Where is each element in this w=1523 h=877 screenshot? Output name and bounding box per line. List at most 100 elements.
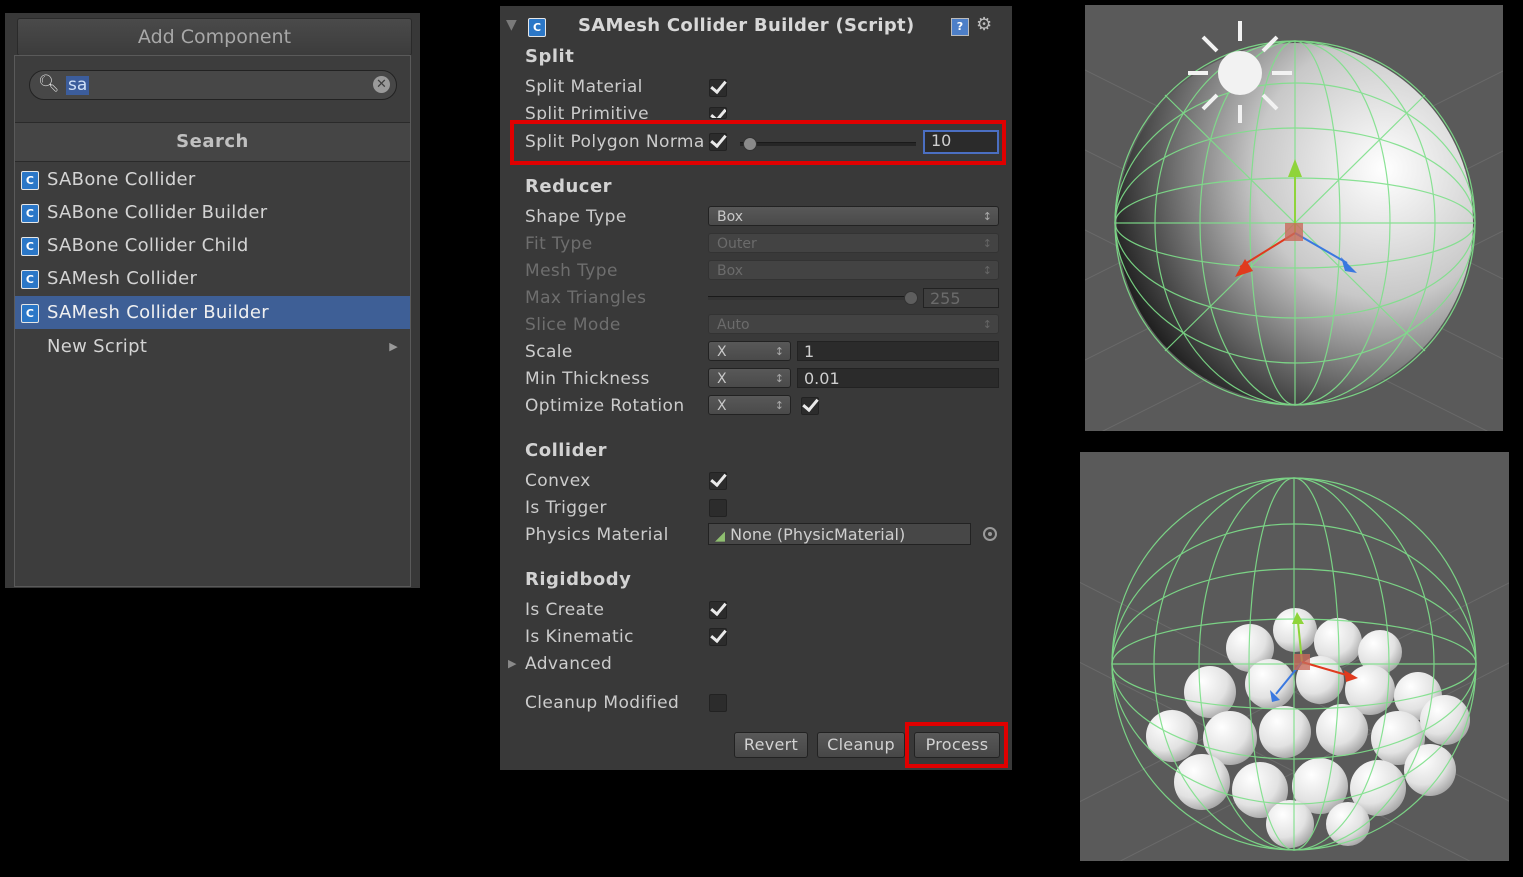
convex-checkbox[interactable]: [709, 472, 727, 490]
split-polygon-normal-checkbox[interactable]: [709, 133, 727, 151]
slice-mode-label: Slice Mode: [525, 315, 621, 335]
slice-mode-dropdown: Auto ↕: [708, 314, 999, 334]
split-polygon-normal-slider[interactable]: [740, 142, 916, 146]
list-item-label: SABone Collider Child: [47, 235, 249, 256]
split-polygon-normal-label: Split Polygon Norma: [525, 132, 705, 152]
foldout-arrow-icon[interactable]: ▼: [506, 17, 517, 33]
list-item-label: SABone Collider: [47, 169, 196, 190]
advanced-foldout-icon[interactable]: ▶: [508, 657, 516, 670]
highlight-box: [905, 722, 1008, 768]
scale-axis-value: X: [717, 344, 727, 360]
new-script-item[interactable]: New Script ▶: [15, 330, 410, 363]
split-material-label: Split Material: [525, 77, 643, 97]
dropdown-caret-icon: ↕: [982, 264, 992, 277]
advanced-foldout-label[interactable]: Advanced: [525, 654, 612, 674]
scene-viewport-sphere[interactable]: [1085, 5, 1503, 431]
min-thickness-axis-dropdown[interactable]: X ↕: [708, 368, 791, 388]
search-icon: 🔍︎: [38, 74, 60, 94]
is-kinematic-checkbox[interactable]: [709, 628, 727, 646]
shape-type-label: Shape Type: [525, 207, 627, 227]
dropdown-caret-icon: ↕: [774, 372, 784, 385]
optimize-rotation-axis-dropdown[interactable]: X ↕: [708, 395, 791, 415]
split-primitive-checkbox[interactable]: [709, 107, 727, 119]
inspector-panel: ▼ C SAMesh Collider Builder (Script) ? ⚙…: [500, 6, 1012, 770]
dropdown-caret-icon: ↕: [982, 318, 992, 331]
list-item[interactable]: C SABone Collider Child: [15, 229, 410, 262]
csharp-script-icon: C: [528, 18, 546, 37]
sphere-wireframe-scene: [1085, 21, 1503, 431]
is-create-label: Is Create: [525, 600, 605, 620]
small-spheres: [1146, 608, 1470, 848]
component-header[interactable]: ▼ C SAMesh Collider Builder (Script) ? ⚙…: [500, 14, 1012, 42]
component-search-input[interactable]: 🔍︎ sa ✕: [29, 70, 397, 100]
dropdown-caret-icon: ↕: [982, 210, 992, 223]
cleanup-button[interactable]: Cleanup: [817, 732, 905, 758]
scale-label: Scale: [525, 342, 573, 362]
physics-material-label: Physics Material: [525, 525, 669, 545]
slider-knob: [904, 291, 918, 305]
cleanup-modified-label: Cleanup Modified: [525, 693, 680, 713]
slice-mode-value: Auto: [717, 317, 750, 333]
add-component-list: 🔍︎ sa ✕ Search C SABone Collider C SABon…: [14, 55, 411, 587]
scale-axis-dropdown[interactable]: X ↕: [708, 341, 791, 361]
new-script-label: New Script: [47, 336, 148, 357]
object-picker-icon[interactable]: [983, 527, 997, 541]
list-item-label: SABone Collider Builder: [47, 202, 268, 223]
min-thickness-label: Min Thickness: [525, 369, 650, 389]
list-item[interactable]: C SAMesh Collider: [15, 262, 410, 295]
split-polygon-normal-field[interactable]: 10: [923, 130, 999, 154]
fit-type-dropdown: Outer ↕: [708, 233, 999, 253]
max-triangles-label: Max Triangles: [525, 288, 647, 308]
cleanup-modified-checkbox[interactable]: [709, 694, 727, 712]
fit-type-label: Fit Type: [525, 234, 593, 254]
is-create-checkbox[interactable]: [709, 601, 727, 619]
slider-knob[interactable]: [742, 137, 757, 151]
search-text[interactable]: sa: [66, 76, 90, 95]
mesh-type-value: Box: [717, 263, 744, 279]
rigidbody-header: Rigidbody: [525, 569, 632, 590]
submenu-arrow-icon: ▶: [389, 340, 398, 353]
mesh-type-label: Mesh Type: [525, 261, 618, 281]
revert-button[interactable]: Revert: [734, 732, 808, 758]
csharp-script-icon: C: [21, 171, 39, 190]
max-triangles-field: 255: [923, 288, 999, 308]
optimize-rotation-label: Optimize Rotation: [525, 396, 685, 416]
add-component-panel: Add Component 🔍︎ sa ✕ Search C SABone Co…: [5, 13, 420, 588]
scale-field[interactable]: 1: [797, 341, 999, 361]
physics-material-value: None (PhysicMaterial): [730, 525, 906, 544]
list-item[interactable]: C SABone Collider Builder: [15, 196, 410, 229]
dropdown-caret-icon: ↕: [774, 345, 784, 358]
split-material-checkbox[interactable]: [709, 79, 727, 97]
max-triangles-slider: [708, 296, 916, 300]
light-gizmo-icon[interactable]: [1188, 21, 1292, 123]
optimize-rotation-checkbox[interactable]: [801, 397, 819, 415]
optimize-rotation-axis-value: X: [717, 398, 727, 414]
dropdown-caret-icon: ↕: [982, 237, 992, 250]
physics-material-field[interactable]: ◢ None (PhysicMaterial): [708, 523, 971, 545]
csharp-script-icon: C: [21, 204, 39, 223]
dropdown-caret-icon: ↕: [774, 399, 784, 412]
mesh-type-dropdown: Box ↕: [708, 260, 999, 280]
gear-icon[interactable]: ⚙︎: [976, 14, 992, 35]
list-item[interactable]: C SABone Collider: [15, 163, 410, 196]
reducer-header: Reducer: [525, 176, 613, 197]
split-primitive-label: Split Primitive: [525, 104, 649, 120]
split-header: Split: [525, 46, 575, 67]
min-thickness-axis-value: X: [717, 371, 727, 387]
csharp-script-icon: C: [21, 270, 39, 289]
is-trigger-label: Is Trigger: [525, 498, 607, 518]
fit-type-value: Outer: [717, 236, 757, 252]
clear-search-icon[interactable]: ✕: [373, 76, 390, 93]
csharp-script-icon: C: [21, 304, 39, 323]
physic-material-icon: ◢: [715, 529, 725, 544]
list-item-selected[interactable]: C SAMesh Collider Builder: [15, 296, 410, 329]
is-trigger-checkbox[interactable]: [709, 499, 727, 517]
csharp-script-icon: C: [21, 237, 39, 256]
component-title: SAMesh Collider Builder (Script): [578, 15, 915, 36]
list-item-label: SAMesh Collider Builder: [47, 302, 269, 323]
scene-viewport-spheres[interactable]: [1080, 452, 1509, 861]
shape-type-dropdown[interactable]: Box ↕: [708, 206, 999, 226]
add-component-title: Add Component: [17, 18, 412, 56]
help-icon[interactable]: ?: [951, 18, 969, 36]
min-thickness-field[interactable]: 0.01: [797, 368, 999, 388]
